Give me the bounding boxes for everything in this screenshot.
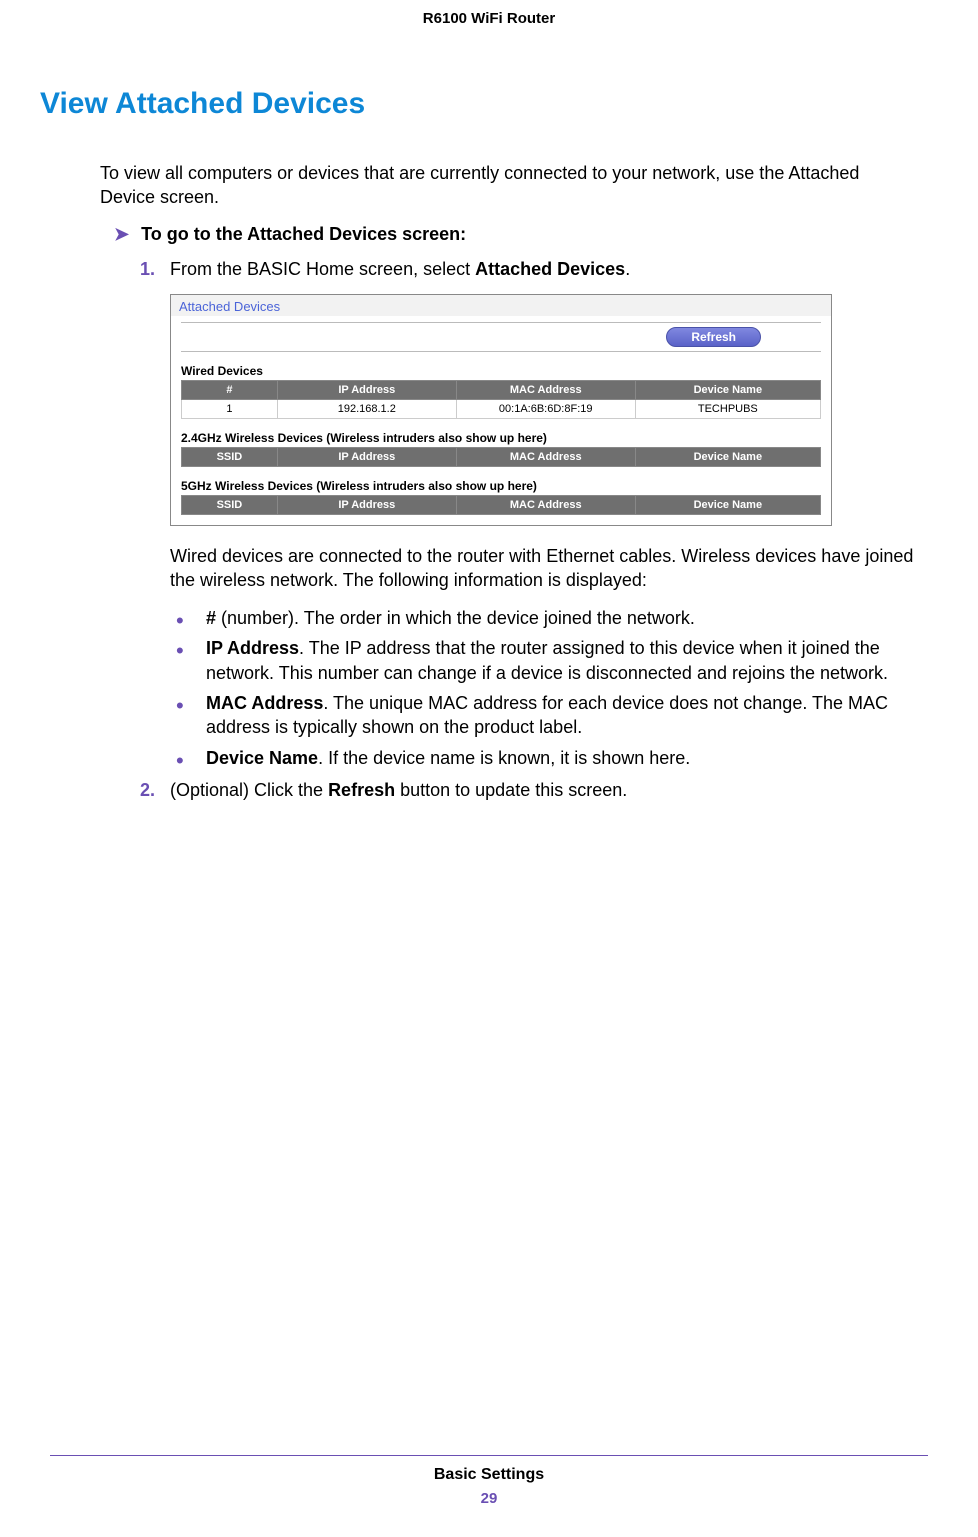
col-mac: MAC Address <box>456 495 635 514</box>
bullet-bold: Device Name <box>206 748 318 768</box>
step-2: 2. (Optional) Click the Refresh button t… <box>140 780 918 801</box>
wireless-5-table: SSID IP Address MAC Address Device Name <box>181 495 821 515</box>
footer-page-number: 29 <box>50 1490 928 1507</box>
wireless-24-table: SSID IP Address MAC Address Device Name <box>181 447 821 467</box>
task-arrow-icon: ➤ <box>114 224 129 245</box>
explanation-paragraph: Wired devices are connected to the route… <box>170 544 918 593</box>
step-1: 1. From the BASIC Home screen, select At… <box>140 259 918 280</box>
col-ip: IP Address <box>277 380 456 399</box>
bullet-device-name: • Device Name. If the device name is kno… <box>170 746 918 770</box>
step2-text-post: button to update this screen. <box>395 780 627 800</box>
col-ip: IP Address <box>277 447 456 466</box>
screenshot-title: Attached Devices <box>171 295 831 316</box>
wireless-5-caption: 5GHz Wireless Devices (Wireless intruder… <box>181 479 821 493</box>
bullet-bold: IP Address <box>206 638 299 658</box>
col-device-name: Device Name <box>635 495 820 514</box>
step2-text-pre: (Optional) Click the <box>170 780 328 800</box>
cell-device-name: TECHPUBS <box>635 399 820 418</box>
attached-devices-screenshot: Attached Devices Refresh Wired Devices #… <box>170 294 832 526</box>
bullet-rest: . If the device name is known, it is sho… <box>318 748 690 768</box>
cell-number: 1 <box>182 399 278 418</box>
refresh-button[interactable]: Refresh <box>666 327 761 347</box>
task-text: To go to the Attached Devices screen: <box>141 224 466 245</box>
bullet-icon: • <box>176 750 184 772</box>
bullet-number: • # (number). The order in which the dev… <box>170 606 918 630</box>
bullet-icon: • <box>176 640 184 662</box>
bullet-mac-address: • MAC Address. The unique MAC address fo… <box>170 691 918 740</box>
bullet-bold: # <box>206 608 216 628</box>
page-footer: Basic Settings 29 <box>50 1455 928 1507</box>
bullet-icon: • <box>176 695 184 717</box>
task-heading: ➤ To go to the Attached Devices screen: <box>114 224 918 245</box>
col-mac: MAC Address <box>456 380 635 399</box>
cell-mac: 00:1A:6B:6D:8F:19 <box>456 399 635 418</box>
col-device-name: Device Name <box>635 380 820 399</box>
bullet-rest: (number). The order in which the device … <box>216 608 695 628</box>
cell-ip: 192.168.1.2 <box>277 399 456 418</box>
bullet-rest: . The IP address that the router assigne… <box>206 638 888 682</box>
intro-paragraph: To view all computers or devices that ar… <box>100 161 918 210</box>
bullet-ip-address: • IP Address. The IP address that the ro… <box>170 636 918 685</box>
wired-devices-table: # IP Address MAC Address Device Name 1 1… <box>181 380 821 419</box>
wired-devices-caption: Wired Devices <box>181 364 821 378</box>
footer-section-title: Basic Settings <box>50 1466 928 1484</box>
col-mac: MAC Address <box>456 447 635 466</box>
col-number: # <box>182 380 278 399</box>
col-ip: IP Address <box>277 495 456 514</box>
col-ssid: SSID <box>182 495 278 514</box>
step1-text-bold: Attached Devices <box>475 259 625 279</box>
bullet-bold: MAC Address <box>206 693 323 713</box>
step1-text-pre: From the BASIC Home screen, select <box>170 259 475 279</box>
wireless-24-caption: 2.4GHz Wireless Devices (Wireless intrud… <box>181 431 821 445</box>
section-heading: View Attached Devices <box>40 87 928 121</box>
step-number: 1. <box>140 259 155 280</box>
bullet-icon: • <box>176 610 184 632</box>
col-device-name: Device Name <box>635 447 820 466</box>
table-row: 1 192.168.1.2 00:1A:6B:6D:8F:19 TECHPUBS <box>182 399 821 418</box>
step-number: 2. <box>140 780 155 801</box>
step2-text-bold: Refresh <box>328 780 395 800</box>
doc-header: R6100 WiFi Router <box>50 0 928 87</box>
col-ssid: SSID <box>182 447 278 466</box>
step1-text-post: . <box>625 259 630 279</box>
